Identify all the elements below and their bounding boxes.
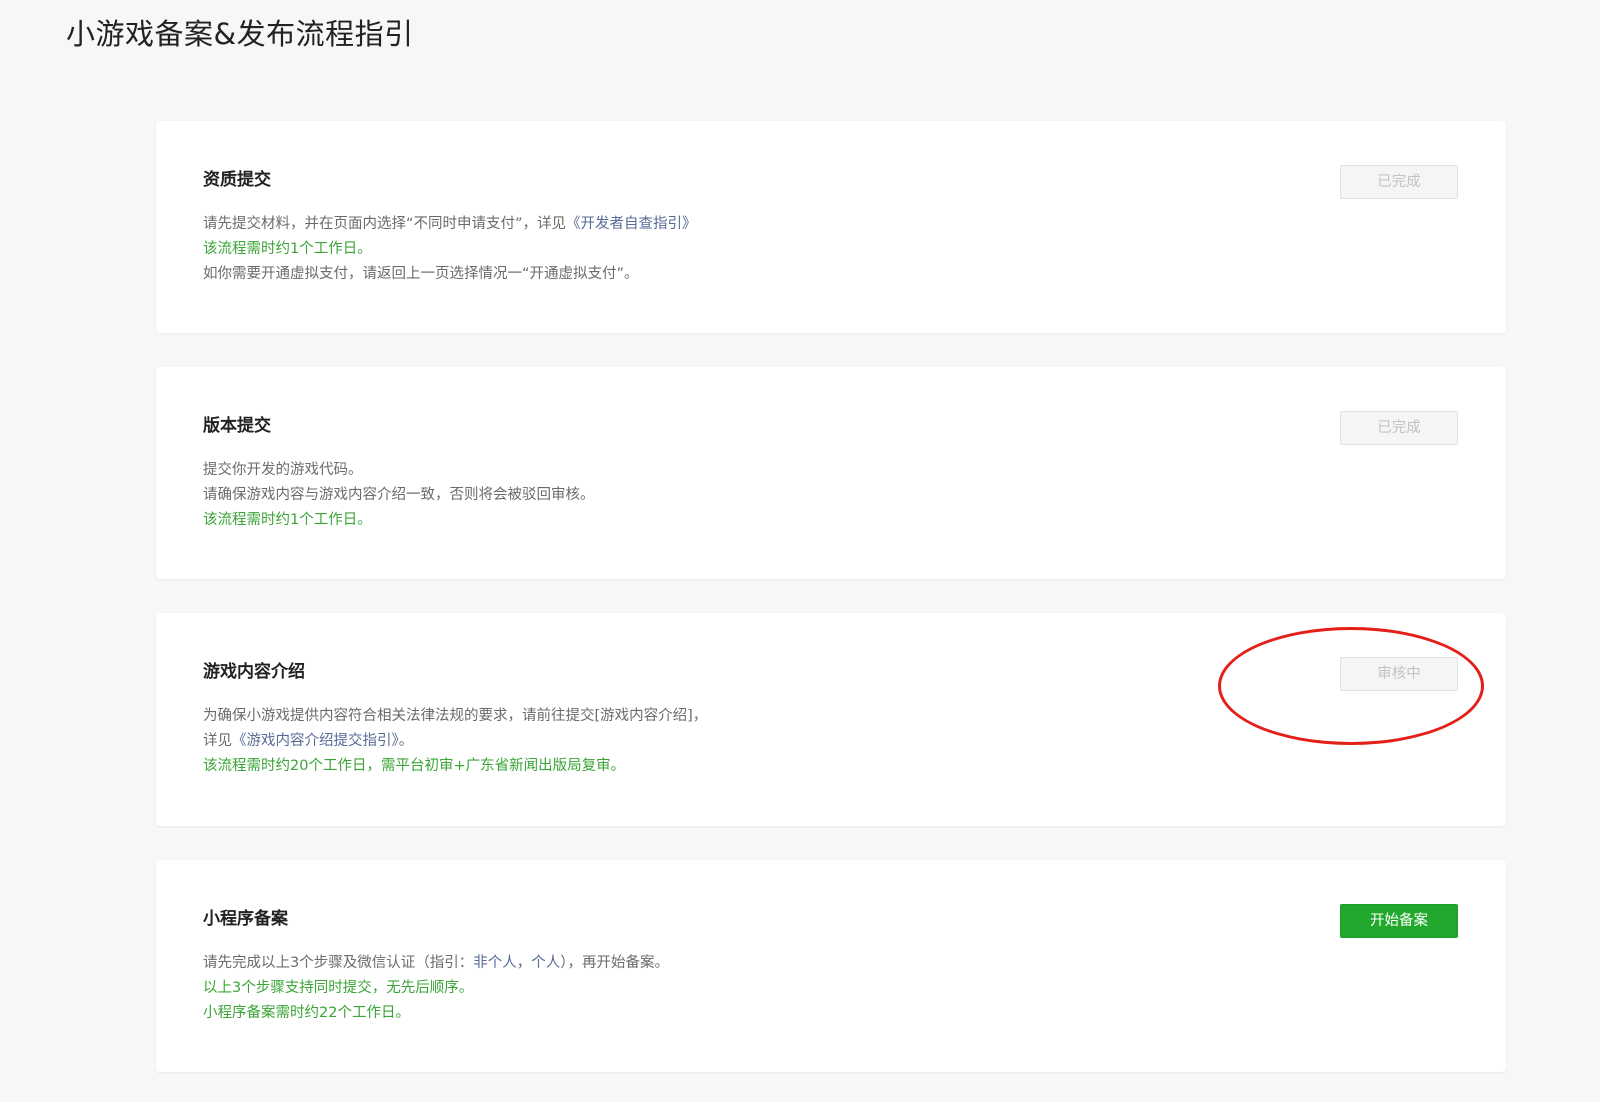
- under-review-button[interactable]: 审核中: [1340, 657, 1458, 691]
- page-title: 小游戏备案&发布流程指引: [66, 17, 414, 51]
- description-text: 。: [398, 733, 414, 749]
- game-content-guide-link[interactable]: 《游戏内容介绍提交指引》: [232, 733, 399, 749]
- description-text: ），再开始备案。: [560, 955, 669, 971]
- step-card-mini-program-filing: 小程序备案 开始备案 请先完成以上3个步骤及微信认证（指引：非个人，个人），再开…: [156, 860, 1506, 1072]
- description-line: 请先完成以上3个步骤及微信认证（指引：非个人，个人），再开始备案。: [203, 951, 1203, 976]
- non-individual-guide-link[interactable]: 非个人: [473, 955, 517, 971]
- duration-note: 该流程需时约1个工作日。: [203, 241, 372, 257]
- description-text: 请先提交材料，并在页面内选择“不同时申请支付”，详见: [203, 216, 567, 232]
- completed-button[interactable]: 已完成: [1340, 165, 1458, 199]
- card-description: 请先完成以上3个步骤及微信认证（指引：非个人，个人），再开始备案。 以上3个步骤…: [203, 951, 1203, 1026]
- card-description: 请先提交材料，并在页面内选择“不同时申请支付”，详见《开发者自查指引》 该流程需…: [203, 212, 1203, 287]
- description-line: 请先提交材料，并在页面内选择“不同时申请支付”，详见《开发者自查指引》: [203, 212, 1203, 237]
- duration-note: 该流程需时约20个工作日，需平台初审+广东省新闻出版局复审。: [203, 758, 626, 774]
- card-title: 游戏内容介绍: [203, 662, 305, 682]
- description-text: 详见: [203, 733, 232, 749]
- description-line: 提交你开发的游戏代码。: [203, 462, 363, 478]
- card-description: 为确保小游戏提供内容符合相关法律法规的要求，请前往提交[游戏内容介绍]， 详见《…: [203, 704, 1203, 779]
- card-title: 小程序备案: [203, 909, 288, 929]
- card-description: 提交你开发的游戏代码。 请确保游戏内容与游戏内容介绍一致，否则将会被驳回审核。 …: [203, 458, 1203, 533]
- description-line: 如你需要开通虚拟支付，请返回上一页选择情况一“开通虚拟支付”。: [203, 266, 639, 282]
- individual-guide-link[interactable]: 个人: [531, 955, 560, 971]
- card-title: 版本提交: [203, 416, 271, 436]
- description-line: 请确保游戏内容与游戏内容介绍一致，否则将会被驳回审核。: [203, 487, 595, 503]
- step-card-version: 版本提交 已完成 提交你开发的游戏代码。 请确保游戏内容与游戏内容介绍一致，否则…: [156, 367, 1506, 579]
- description-line: 详见《游戏内容介绍提交指引》。: [203, 729, 1203, 754]
- card-title: 资质提交: [203, 170, 271, 190]
- description-line: 为确保小游戏提供内容符合相关法律法规的要求，请前往提交[游戏内容介绍]，: [203, 708, 708, 724]
- step-card-qualification: 资质提交 已完成 请先提交材料，并在页面内选择“不同时申请支付”，详见《开发者自…: [156, 121, 1506, 333]
- step-card-game-content: 游戏内容介绍 审核中 为确保小游戏提供内容符合相关法律法规的要求，请前往提交[游…: [156, 613, 1506, 826]
- duration-note: 该流程需时约1个工作日。: [203, 512, 372, 528]
- order-note: 以上3个步骤支持同时提交，无先后顺序。: [203, 980, 474, 996]
- duration-note: 小程序备案需时约22个工作日。: [203, 1005, 410, 1021]
- description-text: ，: [516, 955, 532, 971]
- start-filing-button[interactable]: 开始备案: [1340, 904, 1458, 938]
- completed-button[interactable]: 已完成: [1340, 411, 1458, 445]
- description-text: 请先完成以上3个步骤及微信认证（指引：: [203, 955, 474, 971]
- developer-self-check-guide-link[interactable]: 《开发者自查指引》: [566, 216, 697, 232]
